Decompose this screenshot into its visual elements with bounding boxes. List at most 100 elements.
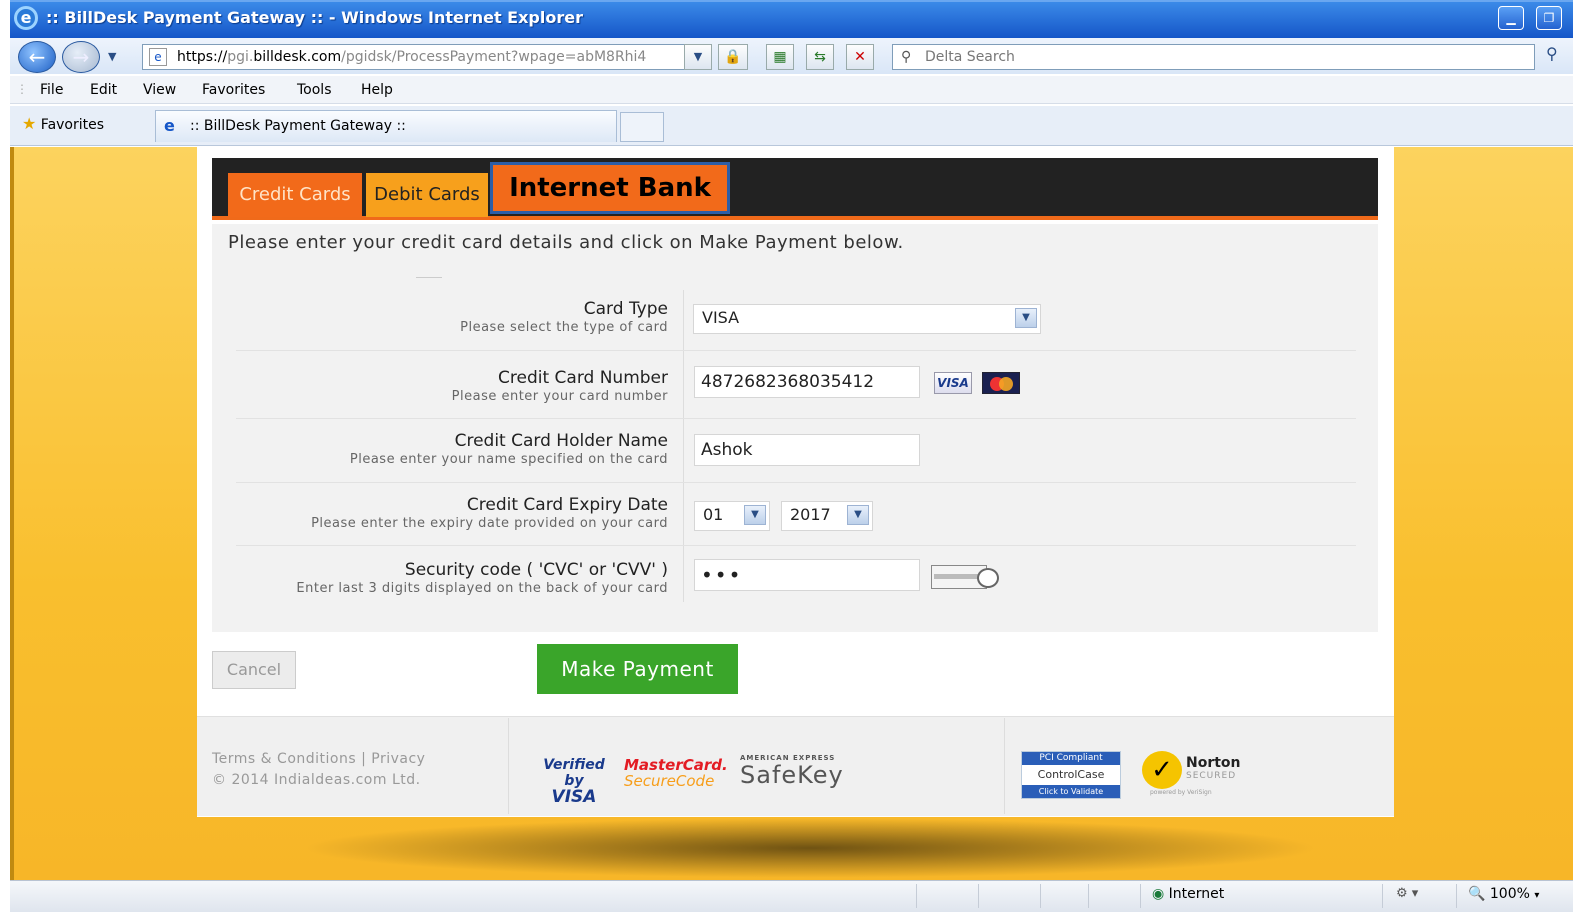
restore-button[interactable]: ❐ (1536, 6, 1562, 30)
globe-icon: ◉ (1152, 886, 1165, 902)
browser-tab[interactable]: e :: BillDesk Payment Gateway :: (155, 110, 617, 142)
address-bar[interactable]: e https://pgi.billdesk.com/pgidsk/Proces… (142, 44, 712, 70)
status-divider (1456, 884, 1457, 908)
card-type-label: Card Type (583, 299, 668, 319)
status-divider (978, 884, 979, 908)
url-path: /pgidsk/ProcessPayment?wpage=abM8Rhi4 (341, 49, 647, 65)
amex-safekey-logo: AMERICAN EXPRESS SafeKey (740, 754, 844, 789)
status-divider (1382, 884, 1383, 908)
back-button[interactable]: ← (18, 41, 56, 73)
footer-divider (1004, 718, 1005, 814)
status-divider (1040, 884, 1041, 908)
chevron-down-icon (416, 262, 442, 278)
chevron-down-icon: ▼ (1015, 308, 1037, 328)
stop-icon[interactable]: ✕ (846, 44, 874, 70)
instructions-text: Please enter your credit card details an… (228, 232, 904, 253)
form-divider (683, 290, 684, 602)
forward-button[interactable]: → (62, 41, 100, 73)
refresh-icon[interactable]: ⇆ (806, 44, 834, 70)
expiry-month-select[interactable]: 01 ▼ (694, 501, 770, 531)
tab-debit-cards[interactable]: Debit Cards (366, 173, 488, 217)
expiry-month-value: 01 (703, 505, 724, 524)
menu-favorites[interactable]: Favorites (202, 82, 265, 98)
new-tab-button[interactable] (620, 112, 664, 142)
status-bar (10, 880, 1573, 912)
recent-pages-dropdown-icon[interactable]: ▼ (108, 50, 116, 63)
cvv-hint: Enter last 3 digits displayed on the bac… (296, 581, 668, 596)
cvv-card-back-icon (931, 565, 1003, 591)
menu-file[interactable]: File (40, 82, 63, 98)
copyright-text: © 2014 Indialdeas.com Ltd. (212, 772, 421, 788)
menu-help[interactable]: Help (361, 82, 393, 98)
norton-secured-badge[interactable]: ✓ Norton SECURED powered by VeriSign (1142, 751, 1254, 799)
cancel-button[interactable]: Cancel (212, 651, 296, 689)
menu-tools[interactable]: Tools (297, 82, 332, 98)
mastercard-securecode-logo: MasterCard. SecureCode (624, 756, 728, 790)
card-number-hint: Please enter your card number (451, 389, 668, 404)
holder-name-label: Credit Card Holder Name (454, 431, 668, 451)
row-separator (236, 545, 1356, 546)
url-subdomain: pgi. (227, 49, 254, 65)
menu-view[interactable]: View (143, 82, 176, 98)
minimize-button[interactable]: ▁ (1498, 6, 1524, 30)
search-placeholder: Delta Search (925, 49, 1015, 65)
expiry-hint: Please enter the expiry date provided on… (311, 516, 668, 531)
verified-by-visa-logo: Verified by VISA (543, 757, 605, 807)
favorites-button[interactable]: ★ Favorites (22, 114, 104, 133)
status-divider (916, 884, 917, 908)
search-go-icon[interactable]: ⚲ (1546, 44, 1558, 63)
lock-icon[interactable]: 🔒 (718, 44, 748, 70)
tab-title: :: BillDesk Payment Gateway :: (190, 118, 406, 134)
holder-name-input[interactable]: Ashok (694, 434, 920, 466)
zoom-icon: 🔍 (1468, 886, 1486, 902)
search-icon: ⚲ (901, 49, 912, 65)
zone-label: Internet (1168, 886, 1225, 902)
search-input[interactable]: ⚲ Delta Search (892, 44, 1535, 70)
terms-privacy-links[interactable]: Terms & Conditions | Privacy (212, 751, 425, 767)
card-shadow (300, 818, 1320, 878)
chevron-down-icon: ▼ (847, 505, 869, 525)
status-divider (1140, 884, 1141, 908)
footer-divider (508, 718, 509, 814)
security-zone[interactable]: ◉ Internet (1152, 886, 1224, 902)
holder-name-hint: Please enter your name specified on the … (349, 452, 668, 467)
expiry-label: Credit Card Expiry Date (466, 495, 668, 515)
cvv-label: Security code ( 'CVC' or 'CVV' ) (404, 560, 668, 580)
address-dropdown-button[interactable]: ▼ (684, 44, 712, 70)
cvv-input[interactable]: ••• (694, 559, 920, 591)
card-number-label: Credit Card Number (498, 368, 668, 388)
page-icon: e (149, 48, 167, 66)
compatibility-view-icon[interactable]: ▦ (766, 44, 794, 70)
zoom-level: 100% (1489, 886, 1530, 902)
maestro-card-icon (982, 372, 1020, 394)
checkmark-icon: ✓ (1142, 751, 1182, 789)
menu-edit[interactable]: Edit (90, 82, 117, 98)
page-edge (10, 147, 14, 880)
row-separator (236, 350, 1356, 351)
tab-internet-bank[interactable]: Internet Bank (490, 162, 730, 214)
chevron-down-icon: ▾ (1534, 890, 1540, 901)
window-title: :: BillDesk Payment Gateway :: - Windows… (46, 8, 583, 27)
row-separator (236, 418, 1356, 419)
card-number-input[interactable]: 4872682368035412 (694, 366, 920, 398)
card-type-value: VISA (702, 308, 740, 327)
favorites-label: Favorites (40, 117, 105, 133)
zoom-control[interactable]: 🔍 100% ▾ (1468, 886, 1539, 902)
menu-grip: ⋮ (16, 82, 28, 96)
protected-mode-icon[interactable]: ⚙ ▾ (1396, 886, 1418, 901)
expiry-year-select[interactable]: 2017 ▼ (781, 501, 873, 531)
visa-card-icon: VISA (934, 372, 972, 394)
expiry-year-value: 2017 (790, 505, 831, 524)
card-type-select[interactable]: VISA ▼ (693, 304, 1041, 334)
pci-controlcase-badge[interactable]: PCI Compliant ControlCase Click to Valid… (1021, 751, 1121, 799)
status-divider (1088, 884, 1089, 908)
make-payment-button[interactable]: Make Payment (537, 644, 738, 694)
row-separator (236, 482, 1356, 483)
tab-ie-icon: e (164, 116, 175, 135)
chevron-down-icon: ▼ (744, 505, 766, 525)
url-host: billdesk.com (253, 49, 342, 65)
ie-logo-icon: e (14, 6, 38, 30)
tab-credit-cards[interactable]: Credit Cards (228, 173, 362, 217)
card-type-hint: Please select the type of card (460, 320, 668, 335)
star-icon: ★ (22, 114, 37, 133)
